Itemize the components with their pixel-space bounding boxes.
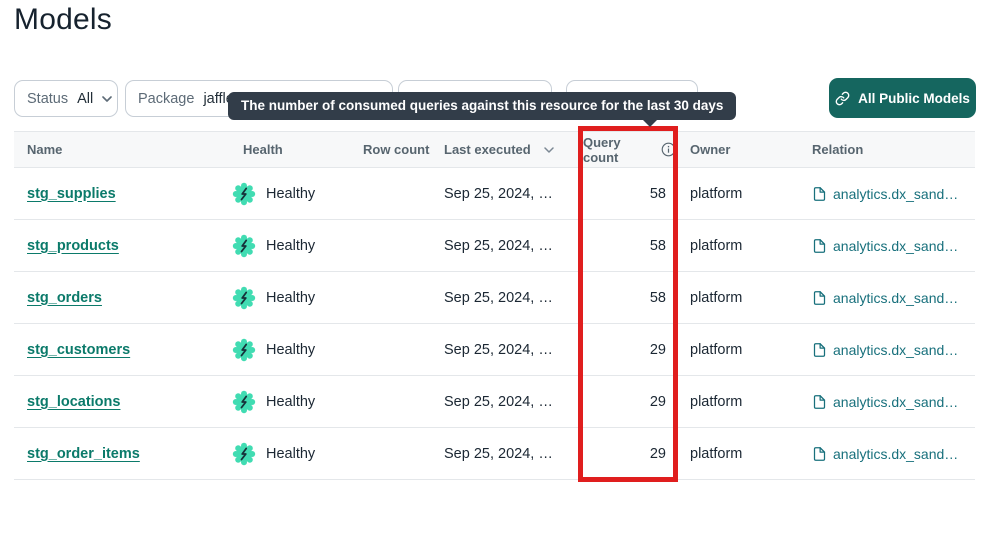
table-header-row: Name Health Row count Last executed Quer… — [14, 131, 975, 168]
document-icon — [812, 290, 827, 306]
health-status-text: Healthy — [266, 186, 315, 202]
health-pulse-badge-icon — [232, 286, 256, 310]
status-filter-label: Status — [27, 91, 68, 107]
owner-cell: platform — [676, 446, 798, 462]
table-row: stg_products Healthy Sep 25, 2024, … 58 … — [14, 220, 975, 272]
last-executed-cell: Sep 25, 2024, … — [430, 342, 569, 358]
document-icon — [812, 342, 827, 358]
query-count-cell: 29 — [569, 394, 676, 410]
last-executed-cell: Sep 25, 2024, … — [430, 394, 569, 410]
all-public-models-button[interactable]: All Public Models — [829, 78, 976, 118]
table-row: stg_orders Healthy Sep 25, 2024, … 58 pl… — [14, 272, 975, 324]
query-count-cell: 58 — [569, 290, 676, 306]
column-header-last-executed[interactable]: Last executed — [430, 142, 569, 157]
all-public-models-label: All Public Models — [858, 91, 970, 106]
column-header-owner[interactable]: Owner — [676, 142, 798, 157]
model-name-link[interactable]: stg_customers — [27, 342, 130, 358]
health-status-text: Healthy — [266, 238, 315, 254]
model-name-link[interactable]: stg_orders — [27, 290, 102, 306]
tooltip-text: The number of consumed queries against t… — [241, 98, 723, 113]
query-count-cell: 29 — [569, 342, 676, 358]
query-count-cell: 58 — [569, 238, 676, 254]
health-status-text: Healthy — [266, 446, 315, 462]
last-executed-cell: Sep 25, 2024, … — [430, 446, 569, 462]
tooltip-arrow — [642, 119, 658, 127]
page-title: Models — [14, 3, 112, 37]
column-header-relation[interactable]: Relation — [798, 142, 975, 157]
package-filter-label: Package — [138, 91, 194, 107]
table-row: stg_customers Healthy Sep 25, 2024, … 29… — [14, 324, 975, 376]
health-pulse-badge-icon — [232, 390, 256, 414]
health-pulse-badge-icon — [232, 182, 256, 206]
document-icon — [812, 446, 827, 462]
info-circle-icon[interactable] — [661, 142, 676, 157]
query-count-cell: 29 — [569, 446, 676, 462]
health-pulse-badge-icon — [232, 338, 256, 362]
column-header-query-count[interactable]: Query count — [569, 135, 676, 165]
query-count-cell: 58 — [569, 186, 676, 202]
document-icon — [812, 186, 827, 202]
models-page: Models Status All Package jaffle_ All Pu… — [0, 0, 989, 536]
chevron-down-icon — [102, 96, 112, 102]
owner-cell: platform — [676, 394, 798, 410]
owner-cell: platform — [676, 342, 798, 358]
table-row: stg_supplies Healthy Sep 25, 2024, … 58 … — [14, 168, 975, 220]
link-icon — [835, 91, 850, 106]
relation-link[interactable]: analytics.dx_sand… — [812, 238, 958, 254]
table-row: stg_order_items Healthy Sep 25, 2024, … … — [14, 428, 975, 480]
relation-link[interactable]: analytics.dx_sand… — [812, 446, 958, 462]
owner-cell: platform — [676, 238, 798, 254]
health-pulse-badge-icon — [232, 442, 256, 466]
column-header-row-count[interactable]: Row count — [349, 142, 430, 157]
relation-link[interactable]: analytics.dx_sand… — [812, 394, 958, 410]
model-name-link[interactable]: stg_order_items — [27, 446, 140, 462]
status-filter-value: All — [77, 91, 93, 107]
document-icon — [812, 394, 827, 410]
sort-chevron-icon[interactable] — [544, 147, 554, 153]
relation-link[interactable]: analytics.dx_sand… — [812, 186, 958, 202]
health-status-text: Healthy — [266, 290, 315, 306]
model-name-link[interactable]: stg_supplies — [27, 186, 116, 202]
models-table: Name Health Row count Last executed Quer… — [14, 131, 975, 480]
query-count-tooltip: The number of consumed queries against t… — [228, 92, 736, 120]
owner-cell: platform — [676, 290, 798, 306]
health-pulse-badge-icon — [232, 234, 256, 258]
model-name-link[interactable]: stg_products — [27, 238, 119, 254]
owner-cell: platform — [676, 186, 798, 202]
table-row: stg_locations Healthy Sep 25, 2024, … 29… — [14, 376, 975, 428]
column-header-name[interactable]: Name — [14, 142, 230, 157]
relation-link[interactable]: analytics.dx_sand… — [812, 342, 958, 358]
column-header-health[interactable]: Health — [230, 142, 349, 157]
model-name-link[interactable]: stg_locations — [27, 394, 120, 410]
health-status-text: Healthy — [266, 394, 315, 410]
last-executed-cell: Sep 25, 2024, … — [430, 238, 569, 254]
last-executed-cell: Sep 25, 2024, … — [430, 186, 569, 202]
document-icon — [812, 238, 827, 254]
status-filter-dropdown[interactable]: Status All — [14, 80, 118, 117]
health-status-text: Healthy — [266, 342, 315, 358]
relation-link[interactable]: analytics.dx_sand… — [812, 290, 958, 306]
last-executed-cell: Sep 25, 2024, … — [430, 290, 569, 306]
